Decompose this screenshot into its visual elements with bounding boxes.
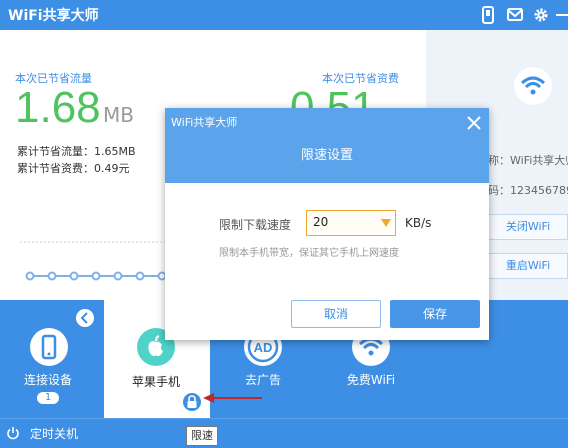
save-button[interactable]: 保存 [390,300,480,328]
chart-point [25,271,35,281]
lock-icon [187,395,197,408]
close-wifi-button[interactable]: 关闭WiFi [488,214,568,240]
speed-limit-label: 限制下载速度 [219,218,292,232]
device-icon[interactable] [30,328,68,366]
app-title: WiFi共享大师 [8,8,99,24]
chart-point [47,271,57,281]
speed-value: 20 [313,215,329,229]
device-name-label: 苹果手机 [131,375,180,389]
minimize-icon[interactable] [553,4,568,26]
gear-icon[interactable] [531,4,551,26]
scheduled-shutdown-label[interactable]: 定时关机 [30,425,78,442]
dialog-title: WiFi共享大师 [171,116,238,129]
wifi-name: 称：WiFi共享大师 [488,154,568,167]
chart-point [69,271,79,281]
cancel-button[interactable]: 取消 [291,300,381,328]
dialog-heading: 限速设置 [300,148,353,163]
speed-limit-button[interactable] [183,393,201,411]
total-cost: 累计节省资费：0.49元 [17,162,130,175]
chart-point [91,271,101,281]
pointer-arrow [203,393,262,403]
wifi-status [514,67,552,105]
wifi-icon [520,76,546,95]
connected-devices-label[interactable]: 连接设备 [12,371,84,388]
wifi-password: 码：1234567890 [488,184,568,197]
ad-block-label[interactable]: 去广告 [227,371,299,388]
app-window: WiFi共享大师 本次已节省流量 1.68 MB 累计节省流量：1.65MB 累… [0,0,568,448]
ad-icon-text: AD [254,340,273,355]
total-traffic: 累计节省流量：1.65MB [17,145,136,158]
tooltip: 限速 [186,426,218,446]
phone-icon[interactable] [478,4,498,26]
dropdown-arrow-icon[interactable] [381,219,391,227]
free-wifi-label[interactable]: 免费WiFi [334,371,408,388]
chart-point [135,271,145,281]
saved-traffic-unit: MB [103,103,134,127]
mail-icon[interactable] [505,4,525,26]
close-icon[interactable] [465,114,483,132]
collapse-button[interactable] [76,309,94,327]
power-icon[interactable] [6,426,20,440]
device-count-badge: 1 [37,392,59,404]
restart-wifi-button[interactable]: 重启WiFi [488,253,568,279]
speed-unit: KB/s [405,216,432,230]
chart-point [113,271,123,281]
saved-traffic-value: 1.68 [15,83,101,132]
speed-hint: 限制本手机带宽，保证其它手机上网速度 [219,248,399,259]
chevron-left-icon [80,312,88,324]
status-bar [0,418,568,448]
